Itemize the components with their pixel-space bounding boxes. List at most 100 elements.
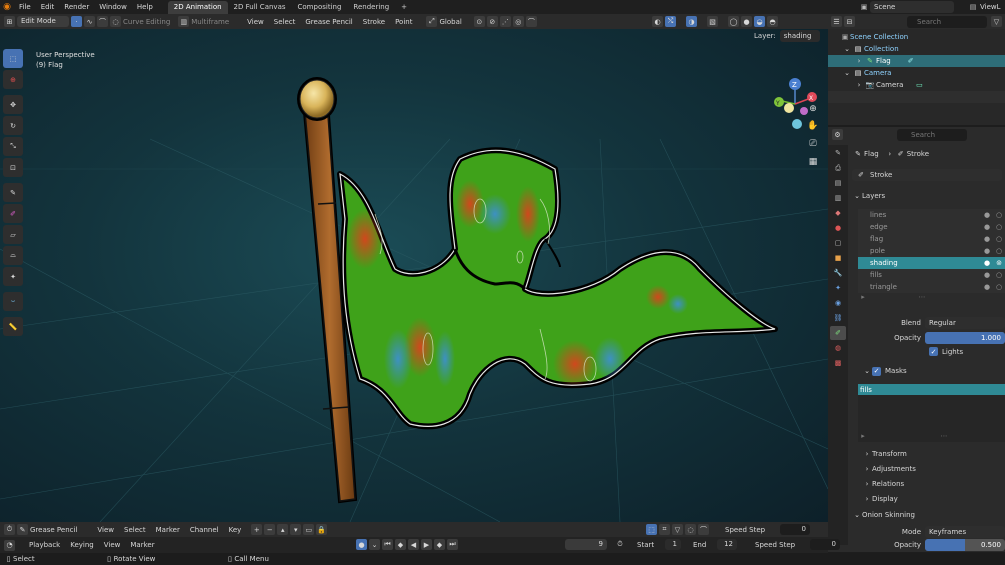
to-sphere-tool-icon[interactable]: ✦	[3, 267, 23, 286]
move-down-icon[interactable]: ▾	[290, 524, 302, 535]
outliner-row-collection[interactable]: ⌄ ▤ Collection	[828, 43, 1005, 55]
snap-target-icon[interactable]: ⋰	[499, 16, 511, 27]
3d-viewport[interactable]: Z X Y User Perspective (9) Flag Layer: s…	[0, 29, 828, 522]
gizmo-toggle-icon[interactable]: ⤭	[665, 16, 676, 27]
menu-edit[interactable]: Edit	[36, 0, 60, 14]
show-hidden-icon[interactable]: ⌗	[659, 524, 670, 535]
expand-arrow-icon[interactable]: ›	[854, 55, 864, 67]
layer-visibility-icon[interactable]: ●	[981, 233, 993, 245]
texture-tab-icon[interactable]: ▩	[830, 356, 846, 370]
list-resize-handle-icon[interactable]: ⋯	[934, 432, 954, 440]
playback-dropdown[interactable]: Playback	[29, 541, 60, 549]
play-icon[interactable]: ▶	[421, 539, 432, 550]
pivot-icon[interactable]: ⊙	[473, 16, 485, 27]
list-resize-handle-icon[interactable]: ⋯	[912, 293, 932, 301]
layer-row-triangle[interactable]: triangle ● ○	[858, 281, 1005, 293]
relations-panel-header[interactable]: › Relations	[862, 477, 905, 491]
grease-pencil-mode-icon[interactable]: ✎	[17, 524, 28, 535]
layer-onion-icon[interactable]: ⊚	[993, 257, 1005, 269]
jump-start-icon[interactable]: ⏮	[382, 539, 393, 550]
keying-dropdown[interactable]: Keying	[70, 541, 94, 549]
stopwatch-icon[interactable]: ⏱	[613, 540, 627, 549]
list-expand-icon[interactable]: ▸	[858, 293, 868, 301]
shading-material-icon[interactable]: ◒	[754, 16, 765, 27]
curve-editing-label[interactable]: Curve Editing	[123, 18, 170, 26]
scene-tab-icon[interactable]: ◆	[830, 206, 846, 220]
menu-select[interactable]: Select	[274, 18, 296, 26]
menu-point[interactable]: Point	[395, 18, 412, 26]
current-frame-field[interactable]: 9	[565, 539, 607, 550]
expand-arrow-icon[interactable]: ⌄	[842, 43, 852, 55]
render-tab-icon[interactable]: ⎙	[830, 161, 846, 175]
object-tab-icon[interactable]: ■	[830, 251, 846, 265]
outliner-row-flag[interactable]: › ✎ Flag ✐	[828, 55, 1005, 67]
collection-tab-icon[interactable]: ▢	[830, 236, 846, 250]
timeline-menu-marker[interactable]: Marker	[130, 541, 154, 549]
stroke-select-icon[interactable]: ∿	[84, 16, 95, 27]
layer-visibility-icon[interactable]: ●	[981, 245, 993, 257]
expand-arrow-icon[interactable]: ›	[854, 79, 864, 91]
proportional-edit-icon[interactable]: ◎	[512, 16, 524, 27]
blender-logo-icon[interactable]: ◉	[0, 0, 14, 14]
layer-dropdown[interactable]: shading	[779, 30, 820, 42]
camera-data-icon[interactable]: ▭	[913, 79, 925, 91]
masks-checkbox[interactable]: ✓	[872, 366, 881, 376]
menu-window[interactable]: Window	[94, 0, 132, 14]
layer-row-shading[interactable]: shading ● ⊚	[858, 257, 1005, 269]
effects-tab-icon[interactable]: ✦	[830, 281, 846, 295]
dopesheet-menu-channel[interactable]: Channel	[190, 526, 219, 534]
data-tab-icon[interactable]: ✐	[830, 326, 846, 340]
ortho-grid-icon[interactable]: ▦	[805, 153, 821, 171]
end-frame-field[interactable]: 12	[717, 539, 737, 550]
draw-tool-icon[interactable]: ✎	[3, 183, 23, 202]
dopesheet-editor-type-icon[interactable]: ⏱	[4, 524, 15, 535]
rotate-tool-icon[interactable]: ↻	[3, 116, 23, 135]
menu-help[interactable]: Help	[132, 0, 158, 14]
vertex-select-icon[interactable]: ·	[71, 16, 82, 27]
editor-type-icon[interactable]: ⊞	[4, 16, 15, 27]
layer-lock-icon[interactable]: ○	[993, 245, 1005, 257]
layer-lock-icon[interactable]: ○	[993, 221, 1005, 233]
timeline-menu-view[interactable]: View	[104, 541, 121, 549]
add-layer-icon[interactable]: +	[251, 524, 263, 535]
layer-visibility-icon[interactable]: ●	[981, 257, 993, 269]
masks-panel-header[interactable]: ⌄ ✓ Masks	[862, 364, 907, 378]
multiframe-icon[interactable]: ▥	[178, 16, 190, 27]
camera-view-icon[interactable]: ⎚	[805, 135, 821, 153]
view-layer-tab-icon[interactable]: ▥	[830, 191, 846, 205]
overlay-toggle-icon[interactable]: ◑	[686, 16, 697, 27]
adjustments-panel-header[interactable]: › Adjustments	[862, 462, 916, 476]
properties-editor-type-icon[interactable]: ⚙	[832, 129, 843, 140]
shear-tool-icon[interactable]: ▱	[3, 225, 23, 244]
menu-stroke[interactable]: Stroke	[363, 18, 385, 26]
speed-step-2-field[interactable]: 0	[810, 539, 840, 550]
flag-cloth[interactable]	[337, 147, 778, 430]
interpolate-tool-icon[interactable]: ⌣	[3, 292, 23, 311]
bend-tool-icon[interactable]: ⌓	[3, 246, 23, 265]
menu-view[interactable]: View	[247, 18, 264, 26]
grease-pencil-data-icon[interactable]: ✐	[905, 55, 917, 67]
dopesheet-mode-dropdown[interactable]: Grease Pencil	[30, 526, 77, 534]
auto-keying-icon[interactable]: ●	[356, 539, 367, 550]
speed-step-field[interactable]: 0	[780, 524, 810, 535]
view-object-types-icon[interactable]: ◐	[652, 16, 663, 27]
tab-compositing[interactable]: Compositing	[292, 1, 348, 14]
outliner-row-camera[interactable]: › 📷 Camera ▭	[828, 79, 1005, 91]
mode-selector[interactable]: Edit Mode	[17, 16, 69, 27]
multiframe-label[interactable]: Multiframe	[191, 18, 229, 26]
lights-checkbox[interactable]: ✓	[929, 347, 938, 356]
layer-lock-icon[interactable]: ○	[993, 209, 1005, 221]
shading-wireframe-icon[interactable]: ◯	[728, 16, 739, 27]
shading-solid-icon[interactable]: ●	[741, 16, 752, 27]
xray-icon[interactable]: ▧	[707, 16, 718, 27]
layer-row-lines[interactable]: lines ● ○	[858, 209, 1005, 221]
layer-lock-icon[interactable]: ○	[993, 281, 1005, 293]
only-selected-icon[interactable]: ⬚	[646, 524, 657, 535]
onion-skinning-panel-header[interactable]: ⌄ Onion Skinning	[852, 508, 915, 522]
keying-options-icon[interactable]: ⌄	[369, 539, 380, 550]
transform-panel-header[interactable]: › Transform	[862, 447, 907, 461]
shading-rendered-icon[interactable]: ◓	[767, 16, 778, 27]
output-tab-icon[interactable]: ▤	[830, 176, 846, 190]
outliner-row-camera-object[interactable]: ⌄ ▤ Camera	[828, 67, 1005, 79]
tab-2d-animation[interactable]: 2D Animation	[167, 1, 228, 14]
